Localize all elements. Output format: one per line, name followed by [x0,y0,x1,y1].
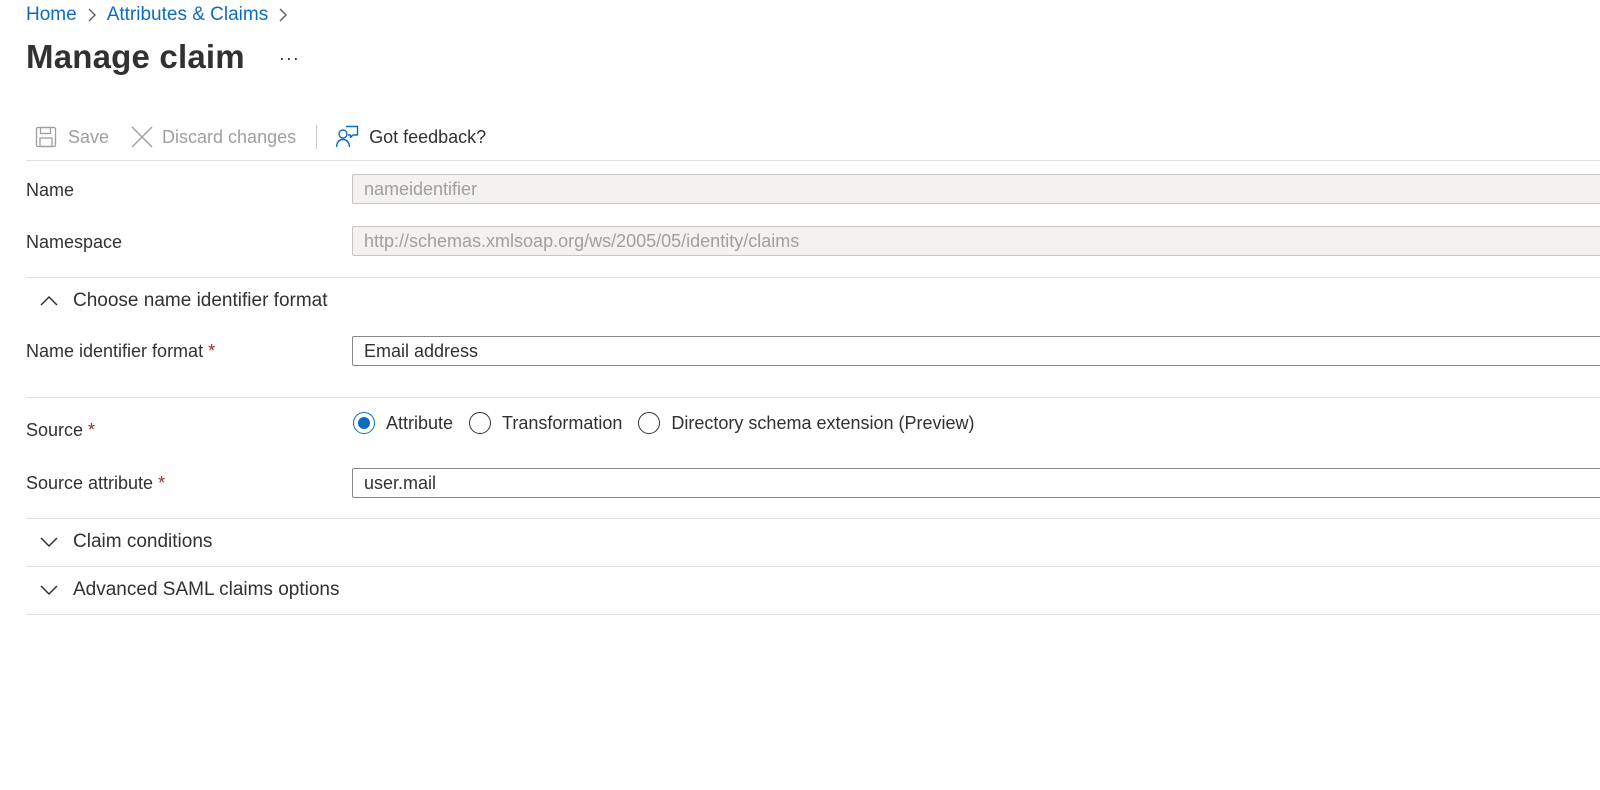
claim-conditions-section-toggle[interactable]: Claim conditions [38,531,212,553]
name-identifier-format-value: Email address [364,340,479,361]
chevron-right-icon [268,8,298,22]
name-field-value: nameidentifier [364,178,478,199]
name-identifier-format-dropdown[interactable]: Email address [352,336,1600,366]
name-field[interactable]: nameidentifier [352,174,1600,204]
more-options-button[interactable]: ··· [279,46,300,69]
got-feedback-label: Got feedback? [369,126,487,147]
advanced-saml-claims-section-toggle[interactable]: Advanced SAML claims options [38,579,339,601]
chevron-down-icon [38,531,60,553]
save-label: Save [68,126,110,147]
source-attribute-label-text: Source attribute [26,473,154,493]
page-title: Manage claim [26,38,245,75]
source-attribute-dropdown[interactable]: user.mail [352,468,1600,498]
required-indicator: * [208,341,216,361]
source-label-text: Source [26,420,84,440]
required-indicator: * [88,420,96,440]
source-option-attribute-label: Attribute [386,412,454,433]
save-button[interactable]: Save [34,125,109,149]
source-label: Source * [26,420,95,441]
toolbar-divider [316,125,318,149]
chevron-up-icon [38,290,60,312]
source-radio-group: Attribute Transformation Directory schem… [353,412,991,434]
namespace-label: Namespace [26,232,123,252]
source-attribute-label: Source attribute * [26,473,165,494]
source-option-transformation-label: Transformation [502,412,623,433]
divider [26,397,1600,398]
discard-changes-button[interactable]: Discard changes [130,125,296,149]
namespace-field-value: http://schemas.xmlsoap.org/ws/2005/05/id… [364,230,800,251]
name-identifier-format-label: Name identifier format * [26,341,215,362]
manage-claim-page: Home Attributes & Claims Manage claim ··… [0,0,1600,790]
divider [26,160,1600,161]
page-header: Manage claim ··· [26,38,300,76]
advanced-saml-claims-label: Advanced SAML claims options [73,579,340,600]
namespace-field[interactable]: http://schemas.xmlsoap.org/ws/2005/05/id… [352,226,1600,256]
discard-changes-label: Discard changes [162,126,297,147]
command-bar: Save Discard changes Got feedback? [34,121,486,153]
radio-checked-icon [353,412,375,434]
name-label: Name [26,180,75,200]
source-option-attribute[interactable]: Attribute [353,412,453,434]
feedback-icon [335,125,359,149]
required-indicator: * [158,473,166,493]
source-option-directory-schema-extension[interactable]: Directory schema extension (Preview) [638,412,975,434]
chevron-right-icon [77,8,107,22]
got-feedback-button[interactable]: Got feedback? [335,125,486,149]
name-identifier-format-section-toggle[interactable]: Choose name identifier format [38,290,328,312]
divider [26,518,1600,519]
source-option-transformation[interactable]: Transformation [469,412,622,434]
divider [26,566,1600,567]
breadcrumb: Home Attributes & Claims [26,4,298,26]
source-option-directory-schema-extension-label: Directory schema extension (Preview) [671,412,975,433]
radio-unchecked-icon [469,412,492,434]
name-identifier-format-label-text: Name identifier format [26,341,204,361]
claim-conditions-label: Claim conditions [73,531,213,552]
radio-unchecked-icon [638,412,661,434]
divider [26,277,1600,278]
save-icon [34,125,58,149]
breadcrumb-home-link[interactable]: Home [26,4,77,26]
source-attribute-value: user.mail [364,472,437,493]
close-icon [130,125,154,149]
chevron-down-icon [38,579,60,601]
name-identifier-format-section-label: Choose name identifier format [73,290,328,311]
divider [26,614,1600,615]
breadcrumb-attributes-claims-link[interactable]: Attributes & Claims [107,4,269,26]
